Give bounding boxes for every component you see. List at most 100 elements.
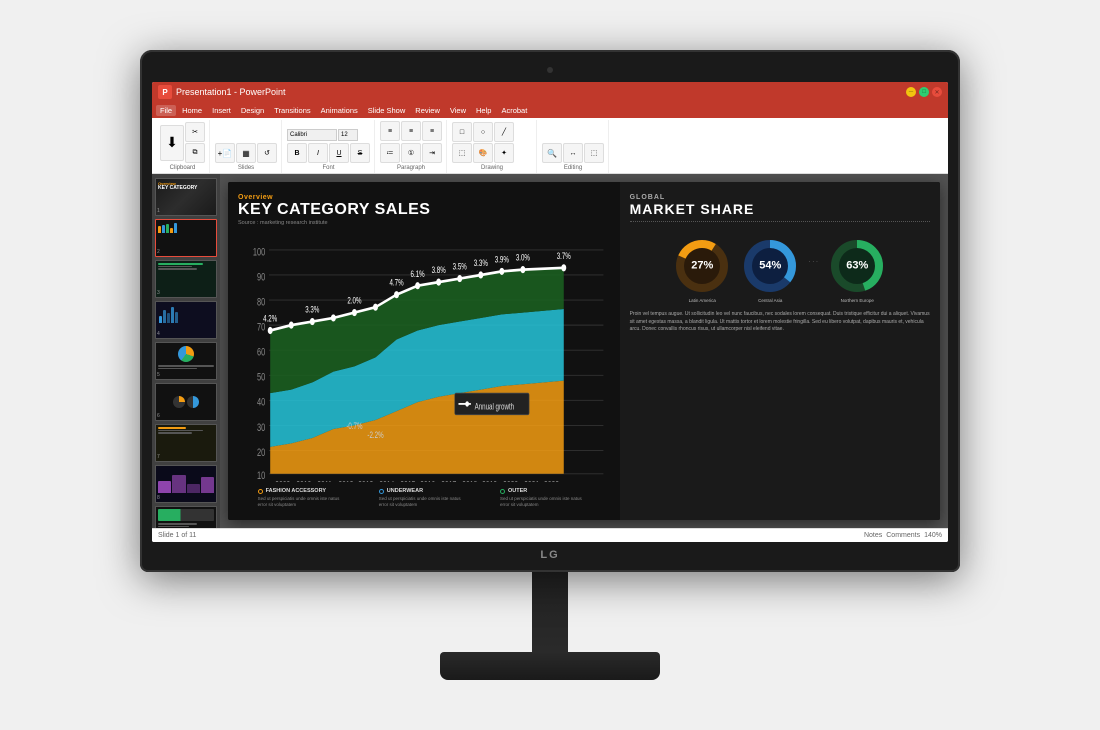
menu-design[interactable]: Design: [237, 105, 268, 116]
slide-thumb-9[interactable]: 9: [155, 506, 217, 528]
svg-text:4.7%: 4.7%: [389, 277, 403, 287]
zoom-level: 140%: [924, 532, 942, 539]
body-text: Proin vel tempus augue. Ut sollicitudin …: [630, 311, 930, 334]
shape-circle[interactable]: ○: [473, 122, 493, 142]
shape-rect[interactable]: □: [452, 122, 472, 142]
svg-text:2.0%: 2.0%: [347, 295, 361, 305]
slide-num-6: 6: [157, 413, 160, 419]
find-button[interactable]: 🔍: [542, 143, 562, 163]
slides-label: Slides: [238, 165, 254, 171]
menu-view[interactable]: View: [446, 105, 470, 116]
slide-num-2: 2: [157, 249, 160, 255]
cut-button[interactable]: ✂: [185, 122, 205, 142]
arrange-button[interactable]: ⬚: [452, 143, 472, 163]
right-header: GLOBAL MARKET SHARE: [630, 194, 930, 226]
copy-button[interactable]: ⧉: [185, 143, 205, 163]
font-name-input[interactable]: Calibri: [287, 129, 337, 141]
svg-text:2017: 2017: [441, 478, 456, 482]
clipboard-label: Clipboard: [170, 165, 196, 171]
ribbon-slides: +📄 ▦ ↺ Slides: [211, 120, 282, 173]
slide-num-4: 4: [157, 331, 160, 337]
slide-thumb-7[interactable]: 7: [155, 424, 217, 462]
menu-home[interactable]: Home: [178, 105, 206, 116]
paste-button[interactable]: ⬇: [160, 125, 184, 161]
donut-region-northern: Northern Europe: [841, 298, 874, 303]
slide-thumb-6[interactable]: 6: [155, 383, 217, 421]
global-label: GLOBAL: [630, 194, 930, 201]
svg-text:4.2%: 4.2%: [263, 313, 277, 323]
slide-num-8: 8: [157, 495, 160, 501]
ribbon: ⬇ ✂ ⧉ Clipboard +📄 ▦ ↺: [152, 118, 948, 174]
svg-text:2009: 2009: [275, 478, 290, 482]
font-size-input[interactable]: 12: [338, 129, 358, 141]
bullets-button[interactable]: ≔: [380, 143, 400, 163]
menu-slideshow[interactable]: Slide Show: [364, 105, 410, 116]
indent-button[interactable]: ⇥: [422, 143, 442, 163]
slides-panel[interactable]: Overview KEY CATEGORY 1: [152, 174, 220, 528]
shape-line[interactable]: ╱: [494, 122, 514, 142]
align-left-button[interactable]: ≡: [380, 121, 400, 141]
menu-animations[interactable]: Animations: [317, 105, 362, 116]
window-controls[interactable]: ─ □ ✕: [906, 87, 942, 97]
align-right-button[interactable]: ≡: [422, 121, 442, 141]
svg-text:2016: 2016: [420, 478, 435, 482]
slide-subtitle: Overview: [238, 194, 610, 201]
svg-text:50: 50: [257, 371, 265, 383]
chart-area: 100 90 80 70 60 50 40 30: [238, 232, 610, 483]
replace-button[interactable]: ↔: [563, 143, 583, 163]
donut-region-central: Central Asia: [758, 298, 782, 303]
menu-file[interactable]: File: [156, 105, 176, 116]
slide-thumb-4[interactable]: 4: [155, 301, 217, 339]
menu-insert[interactable]: Insert: [208, 105, 235, 116]
numbering-button[interactable]: ①: [401, 143, 421, 163]
cat-dot-fashion: [258, 489, 263, 494]
slide-thumb-5[interactable]: 5: [155, 342, 217, 380]
reset-button[interactable]: ↺: [257, 143, 277, 163]
close-button[interactable]: ✕: [932, 87, 942, 97]
status-bar: Slide 1 of 11 Notes Comments 140%: [152, 528, 948, 542]
strikethrough-button[interactable]: S: [350, 143, 370, 163]
cat-name-underwear: UNDERWEAR: [387, 488, 423, 494]
select-button[interactable]: ⬚: [584, 143, 604, 163]
menu-acrobat[interactable]: Acrobat: [497, 105, 531, 116]
menu-transitions[interactable]: Transitions: [270, 105, 314, 116]
ribbon-paragraph: ≡ ≡ ≡ ≔ ① ⇥ Paragraph: [376, 120, 447, 173]
cat-name-fashion: FASHION ACCESSORY: [266, 488, 326, 494]
svg-text:3.5%: 3.5%: [453, 261, 467, 271]
cat-label-underwear: UNDERWEAR: [379, 488, 469, 494]
slide-thumb-2[interactable]: 2: [155, 219, 217, 257]
svg-text:Annual growth: Annual growth: [475, 401, 515, 411]
donut-pct-northern: 63%: [846, 261, 868, 272]
slide-thumb-3[interactable]: 3: [155, 260, 217, 298]
new-slide-button[interactable]: +📄: [215, 143, 235, 163]
donut-wrapper-latin: 27%: [672, 236, 732, 296]
monitor-screen: P Presentation1 - PowerPoint ─ □ ✕ File …: [152, 82, 948, 542]
powerpoint-app: P Presentation1 - PowerPoint ─ □ ✕ File …: [152, 82, 948, 542]
comments-button[interactable]: Comments: [886, 532, 920, 539]
maximize-button[interactable]: □: [919, 87, 929, 97]
menu-help[interactable]: Help: [472, 105, 495, 116]
slide-num-7: 7: [157, 454, 160, 460]
quick-styles-button[interactable]: ✦: [494, 143, 514, 163]
fill-color-button[interactable]: 🎨: [473, 143, 493, 163]
menu-review[interactable]: Review: [411, 105, 444, 116]
menu-bar: File Home Insert Design Transitions Anim…: [152, 102, 948, 118]
main-slide: Overview KEY CATEGORY SALES Source : mar…: [228, 182, 940, 520]
bold-button[interactable]: B: [287, 143, 307, 163]
slide-thumb-1[interactable]: Overview KEY CATEGORY 1: [155, 178, 217, 216]
market-share-label: MARKET SHARE: [630, 201, 930, 217]
underline-button[interactable]: U: [329, 143, 349, 163]
align-center-button[interactable]: ≡: [401, 121, 421, 141]
donut-wrapper-central: 54%: [740, 236, 800, 296]
ribbon-font: Calibri 12 B I U S Font: [283, 120, 375, 173]
svg-text:100: 100: [253, 246, 265, 258]
svg-text:2014: 2014: [379, 478, 394, 482]
cat-label-fashion: FASHION ACCESSORY: [258, 488, 348, 494]
minimize-button[interactable]: ─: [906, 87, 916, 97]
notes-button[interactable]: Notes: [864, 532, 882, 539]
italic-button[interactable]: I: [308, 143, 328, 163]
slide-thumb-8[interactable]: 8: [155, 465, 217, 503]
layout-button[interactable]: ▦: [236, 143, 256, 163]
slide-source: Source : marketing research institute: [238, 220, 610, 226]
svg-text:30: 30: [257, 421, 265, 433]
